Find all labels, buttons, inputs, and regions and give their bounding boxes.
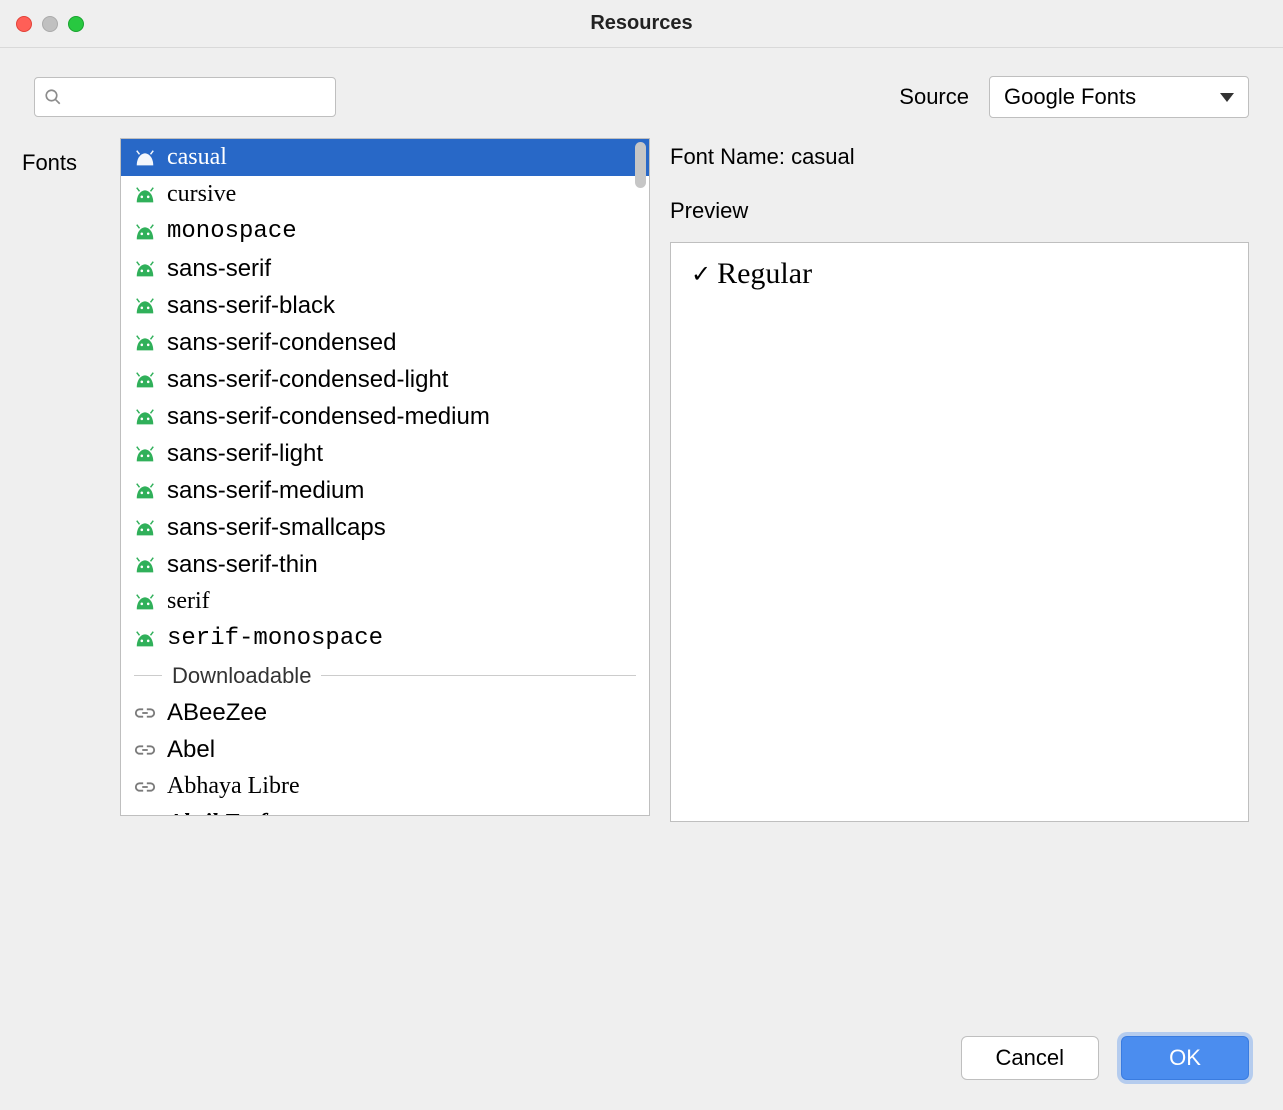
window-title: Resources: [16, 12, 1267, 35]
font-item-label: serif: [167, 588, 210, 615]
font-item-label: Abel: [167, 736, 215, 764]
preview-entry[interactable]: ✓Regular: [691, 257, 1228, 291]
font-item[interactable]: serif: [121, 583, 649, 620]
android-icon: [134, 372, 156, 388]
downloadable-separator: Downloadable: [121, 657, 649, 694]
font-item-label: Abhaya Libre: [167, 773, 300, 800]
android-icon: [134, 187, 156, 203]
fonts-section-label: Fonts: [22, 138, 100, 1036]
font-item[interactable]: cursive: [121, 176, 649, 213]
android-icon: [134, 631, 156, 647]
source-selected-value: Google Fonts: [1004, 84, 1136, 110]
android-icon: [134, 224, 156, 240]
font-item[interactable]: sans-serif-condensed-light: [121, 361, 649, 398]
font-item-label: sans-serif-condensed-medium: [167, 403, 490, 431]
font-item-label: sans-serif-condensed-light: [167, 366, 448, 394]
downloadable-label: Downloadable: [172, 663, 311, 689]
check-icon: ✓: [691, 260, 711, 289]
chevron-down-icon: [1220, 93, 1234, 102]
android-icon: [134, 150, 156, 166]
android-icon: [134, 594, 156, 610]
titlebar: Resources: [0, 0, 1283, 48]
preview-label: Preview: [670, 198, 1249, 224]
link-icon: [134, 705, 156, 721]
android-icon: [134, 446, 156, 462]
source-dropdown[interactable]: Google Fonts: [989, 76, 1249, 118]
font-name-row: Font Name: casual: [670, 144, 1249, 170]
ok-button[interactable]: OK: [1121, 1036, 1249, 1080]
font-item[interactable]: sans-serif-condensed: [121, 324, 649, 361]
cancel-button[interactable]: Cancel: [961, 1036, 1099, 1080]
font-name-value: casual: [791, 144, 855, 169]
font-item[interactable]: sans-serif-black: [121, 287, 649, 324]
link-icon: [134, 742, 156, 758]
zoom-window-button[interactable]: [68, 16, 84, 32]
font-item-label: sans-serif-thin: [167, 551, 318, 579]
preview-style-label: Regular: [717, 257, 812, 291]
font-item[interactable]: sans-serif-condensed-medium: [121, 398, 649, 435]
font-item-label: monospace: [167, 218, 297, 245]
android-icon: [134, 557, 156, 573]
android-icon: [134, 520, 156, 536]
android-icon: [134, 298, 156, 314]
font-item[interactable]: sans-serif-thin: [121, 546, 649, 583]
scrollbar-thumb[interactable]: [635, 142, 646, 188]
font-item-label: sans-serif-light: [167, 440, 323, 468]
font-item[interactable]: Abel: [121, 731, 649, 768]
font-item-label: serif-monospace: [167, 625, 383, 652]
font-listbox[interactable]: casual cursive monospace sans-serif sans-ser…: [120, 138, 650, 816]
android-icon: [134, 335, 156, 351]
link-icon: [134, 779, 156, 795]
font-item-label: cursive: [167, 181, 236, 208]
android-icon: [134, 409, 156, 425]
preview-box: ✓Regular: [670, 242, 1249, 822]
search-wrap: [34, 77, 336, 117]
font-item-label: sans-serif-medium: [167, 477, 364, 505]
minimize-window-button[interactable]: [42, 16, 58, 32]
font-item[interactable]: sans-serif-light: [121, 435, 649, 472]
search-icon: [44, 88, 62, 106]
font-item-label: Abril Fatfa: [167, 810, 278, 816]
search-input[interactable]: [34, 77, 336, 117]
font-item[interactable]: Abhaya Libre: [121, 768, 649, 805]
font-item-label: sans-serif-condensed: [167, 329, 396, 357]
font-item-label: casual: [167, 144, 227, 171]
font-item-label: ABeeZee: [167, 699, 267, 727]
font-name-label: Font Name:: [670, 144, 785, 169]
window-controls: [16, 16, 84, 32]
font-item[interactable]: monospace: [121, 213, 649, 250]
font-item[interactable]: sans-serif-medium: [121, 472, 649, 509]
font-item[interactable]: ABeeZee: [121, 694, 649, 731]
font-item-label: sans-serif: [167, 255, 271, 283]
android-icon: [134, 483, 156, 499]
link-icon: [134, 816, 156, 817]
font-item-label: sans-serif-black: [167, 292, 335, 320]
font-item[interactable]: sans-serif-smallcaps: [121, 509, 649, 546]
font-item[interactable]: sans-serif: [121, 250, 649, 287]
font-item[interactable]: casual: [121, 139, 649, 176]
font-item[interactable]: Abril Fatfa: [121, 805, 649, 816]
android-icon: [134, 261, 156, 277]
source-label: Source: [899, 84, 969, 110]
font-item[interactable]: serif-monospace: [121, 620, 649, 657]
close-window-button[interactable]: [16, 16, 32, 32]
font-item-label: sans-serif-smallcaps: [167, 514, 386, 542]
